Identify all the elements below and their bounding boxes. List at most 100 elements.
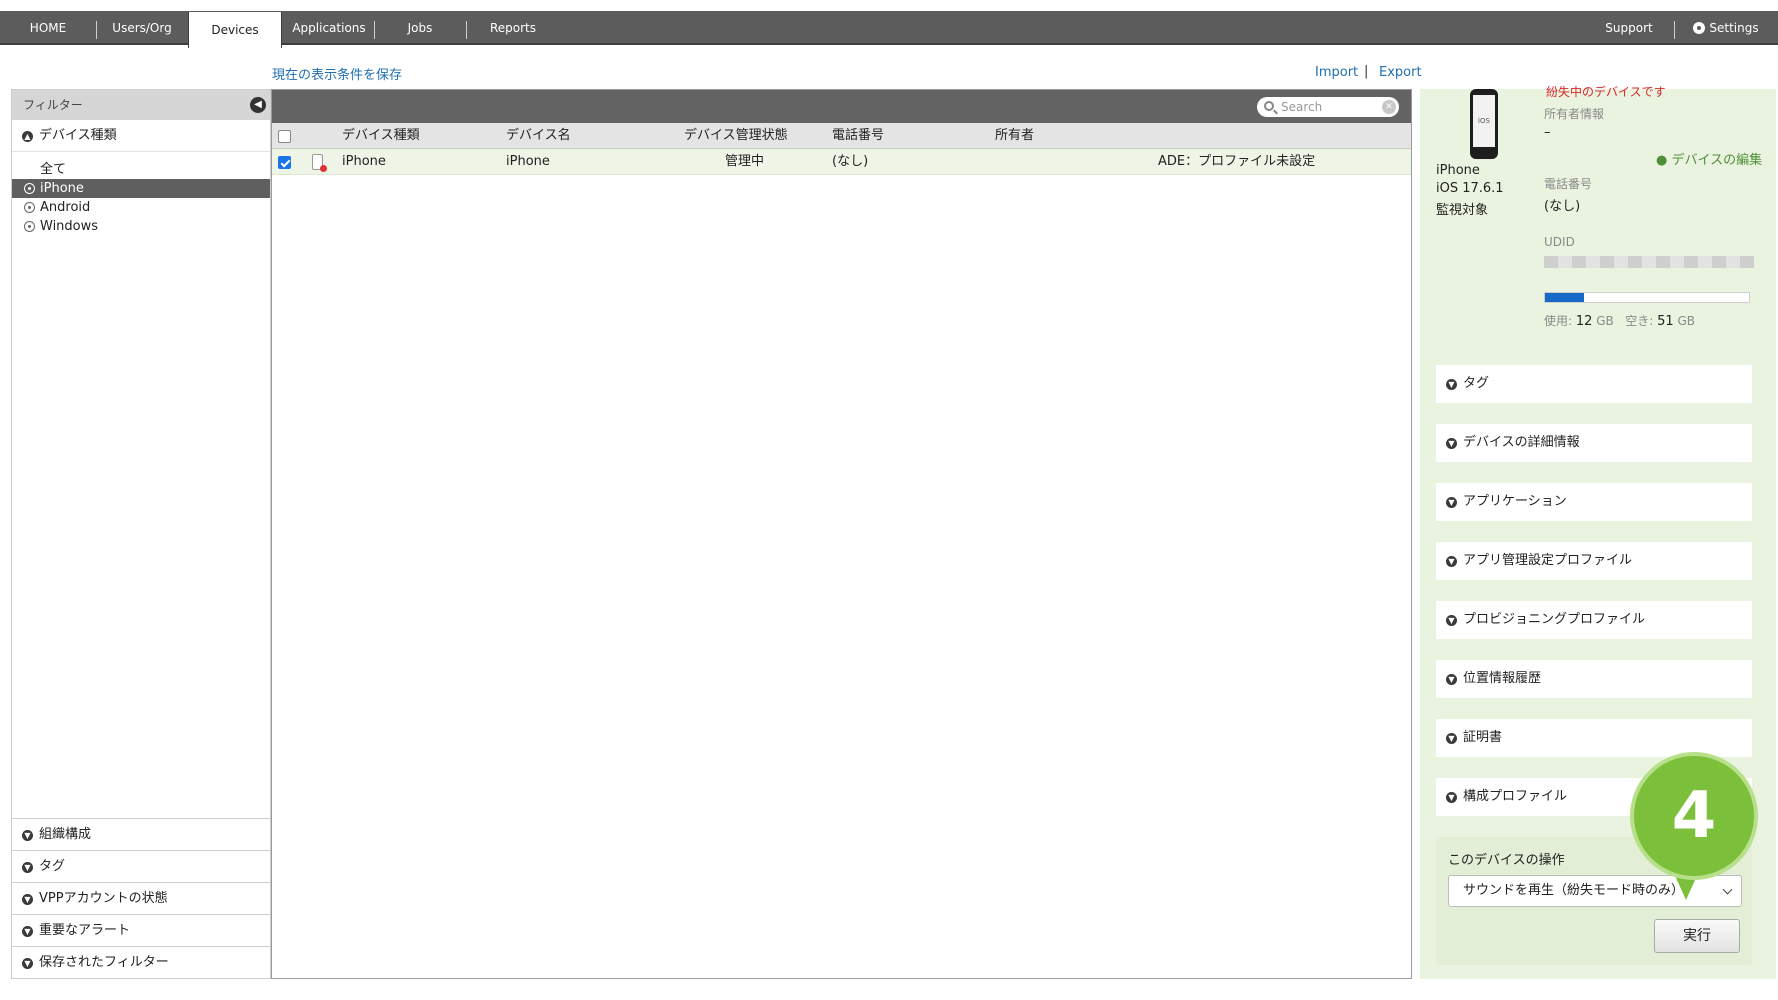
detail-section-certificates[interactable]: ▼ 証明書 [1436, 719, 1752, 757]
used-value: 12 [1575, 314, 1593, 329]
owner-info-value: – [1544, 125, 1551, 140]
radio-icon [24, 221, 35, 232]
support-link[interactable]: Support [1590, 11, 1668, 45]
import-link[interactable]: Import [1315, 65, 1358, 80]
edit-device-link[interactable]: ● デバイスの編集 [1656, 149, 1762, 168]
storage-text: 使用: 12 GB 空き: 51 GB [1544, 312, 1695, 329]
operation-selected: サウンドを再生（紛失モード時のみ） [1463, 883, 1685, 898]
tab-jobs[interactable]: Jobs [378, 11, 462, 45]
edit-device-label: デバイスの編集 [1671, 153, 1763, 168]
clear-icon[interactable]: ✕ [1382, 100, 1396, 114]
section-label: タグ [1463, 376, 1490, 391]
filter-item-iphone[interactable]: iPhone [12, 179, 270, 198]
chevron-down-icon [1722, 884, 1733, 895]
settings-label: Settings [1709, 21, 1759, 35]
device-alert-icon [312, 154, 327, 172]
detail-section-app-config[interactable]: ▼ アプリ管理設定プロファイル [1436, 542, 1752, 580]
device-name: iPhone [1436, 163, 1480, 178]
chevron-up-icon: ▲ [22, 131, 33, 142]
tab-home[interactable]: HOME [12, 11, 84, 45]
select-all-checkbox[interactable] [278, 130, 291, 143]
section-label: アプリ管理設定プロファイル [1463, 553, 1633, 568]
cell-ade-note: ADE：プロファイル未設定 [1158, 154, 1316, 169]
tab-devices[interactable]: Devices [188, 12, 282, 48]
tab-reports[interactable]: Reports [470, 11, 556, 45]
lost-mode-notice: 紛失中のデバイスです [1546, 85, 1666, 99]
filter-item-all[interactable]: 全て [12, 160, 270, 179]
radio-icon [24, 202, 35, 213]
filter-bottom-sections: ▼ 組織構成 ▼ タグ ▼ VPPアカウントの状態 ▼ 重要なアラート ▼ 保存されたフィ… [12, 818, 270, 978]
filter-item-label: iPhone [40, 181, 84, 196]
chevron-down-icon: ▼ [1446, 438, 1457, 449]
column-header-status[interactable]: デバイス管理状態 [684, 123, 788, 149]
chevron-down-icon: ▼ [22, 894, 33, 905]
iphone-image: iOS [1470, 89, 1498, 159]
chevron-down-icon: ▼ [1446, 792, 1457, 803]
phone-screen: iOS [1473, 95, 1495, 147]
chevron-down-icon: ▼ [22, 926, 33, 937]
filter-item-android[interactable]: Android [12, 198, 270, 217]
search-placeholder: Search [1281, 100, 1323, 114]
collapse-left-icon[interactable]: ◀ [250, 97, 266, 113]
storage-bar [1544, 292, 1750, 303]
operations-title: このデバイスの操作 [1448, 853, 1565, 868]
section-org[interactable]: ▼ 組織構成 [12, 818, 270, 850]
owner-info-label: 所有者情報 [1544, 107, 1605, 121]
device-type-title: デバイス種類 [39, 128, 117, 143]
tab-applications[interactable]: Applications [284, 11, 374, 45]
settings-link[interactable]: Settings [1684, 11, 1768, 45]
section-saved-filters[interactable]: ▼ 保存されたフィルター [12, 946, 270, 978]
section-label: 構成プロファイル [1463, 789, 1568, 804]
section-label: 組織構成 [39, 827, 92, 842]
filter-item-windows[interactable]: Windows [12, 217, 270, 236]
column-header-type[interactable]: デバイス種類 [342, 123, 420, 149]
tab-users-org[interactable]: Users/Org [100, 11, 184, 45]
search-input[interactable]: Search ✕ [1257, 97, 1399, 117]
free-value: 51 [1657, 314, 1674, 329]
search-icon [1264, 101, 1274, 111]
filter-header: フィルター ◀ [12, 90, 270, 120]
top-nav: HOME Users/Org Devices Applications Jobs… [0, 11, 1778, 48]
detail-section-location[interactable]: ▼ 位置情報履歴 [1436, 660, 1752, 698]
detail-section-provisioning[interactable]: ▼ プロビジョニングプロファイル [1436, 601, 1752, 639]
nav-separator [374, 21, 375, 39]
export-link[interactable]: Export [1379, 65, 1422, 80]
section-tag[interactable]: ▼ タグ [12, 850, 270, 882]
chevron-down-icon: ▼ [22, 862, 33, 873]
used-label: 使用: [1544, 314, 1573, 328]
gear-icon [1693, 22, 1706, 34]
table-row[interactable]: iPhone iPhone 管理中 (なし) ADE：プロファイル未設定 [272, 149, 1411, 175]
column-header-name[interactable]: デバイス名 [506, 123, 571, 149]
chevron-down-icon: ▼ [1446, 497, 1457, 508]
step-callout-badge: 4 [1630, 752, 1758, 880]
phone-label: 電話番号 [1544, 177, 1593, 191]
detail-section-tag[interactable]: ▼ タグ [1436, 365, 1752, 403]
radio-icon [24, 183, 35, 194]
filter-panel: フィルター ◀ ▲ デバイス種類 全て iPhone Android Window… [11, 89, 271, 979]
chevron-down-icon: ▼ [1446, 733, 1457, 744]
storage-used-fill [1545, 293, 1584, 302]
section-label: 証明書 [1463, 730, 1503, 745]
table-toolbar: Search ✕ [272, 90, 1411, 123]
section-alerts[interactable]: ▼ 重要なアラート [12, 914, 270, 946]
nav-separator [466, 21, 467, 39]
udid-redacted [1544, 256, 1754, 268]
section-vpp[interactable]: ▼ VPPアカウントの状態 [12, 882, 270, 914]
chevron-down-icon: ▼ [1446, 674, 1457, 685]
device-type-section[interactable]: ▲ デバイス種類 [12, 120, 270, 152]
section-label: タグ [39, 859, 66, 874]
filter-title: フィルター [23, 98, 83, 112]
run-button[interactable]: 実行 [1654, 919, 1740, 953]
detail-section-device-info[interactable]: ▼ デバイスの詳細情報 [1436, 424, 1752, 462]
column-header-owner[interactable]: 所有者 [995, 123, 1034, 149]
save-view-link[interactable]: 現在の表示条件を保存 [272, 64, 402, 83]
free-label: 空き: [1625, 314, 1654, 328]
filter-item-label: Windows [40, 219, 99, 234]
column-header-phone[interactable]: 電話番号 [832, 123, 884, 149]
row-checkbox[interactable] [278, 156, 291, 169]
link-separator: | [1364, 64, 1369, 79]
chevron-down-icon: ▼ [22, 958, 33, 969]
nav-separator [1674, 21, 1675, 39]
used-unit: GB [1596, 314, 1614, 328]
detail-section-applications[interactable]: ▼ アプリケーション [1436, 483, 1752, 521]
